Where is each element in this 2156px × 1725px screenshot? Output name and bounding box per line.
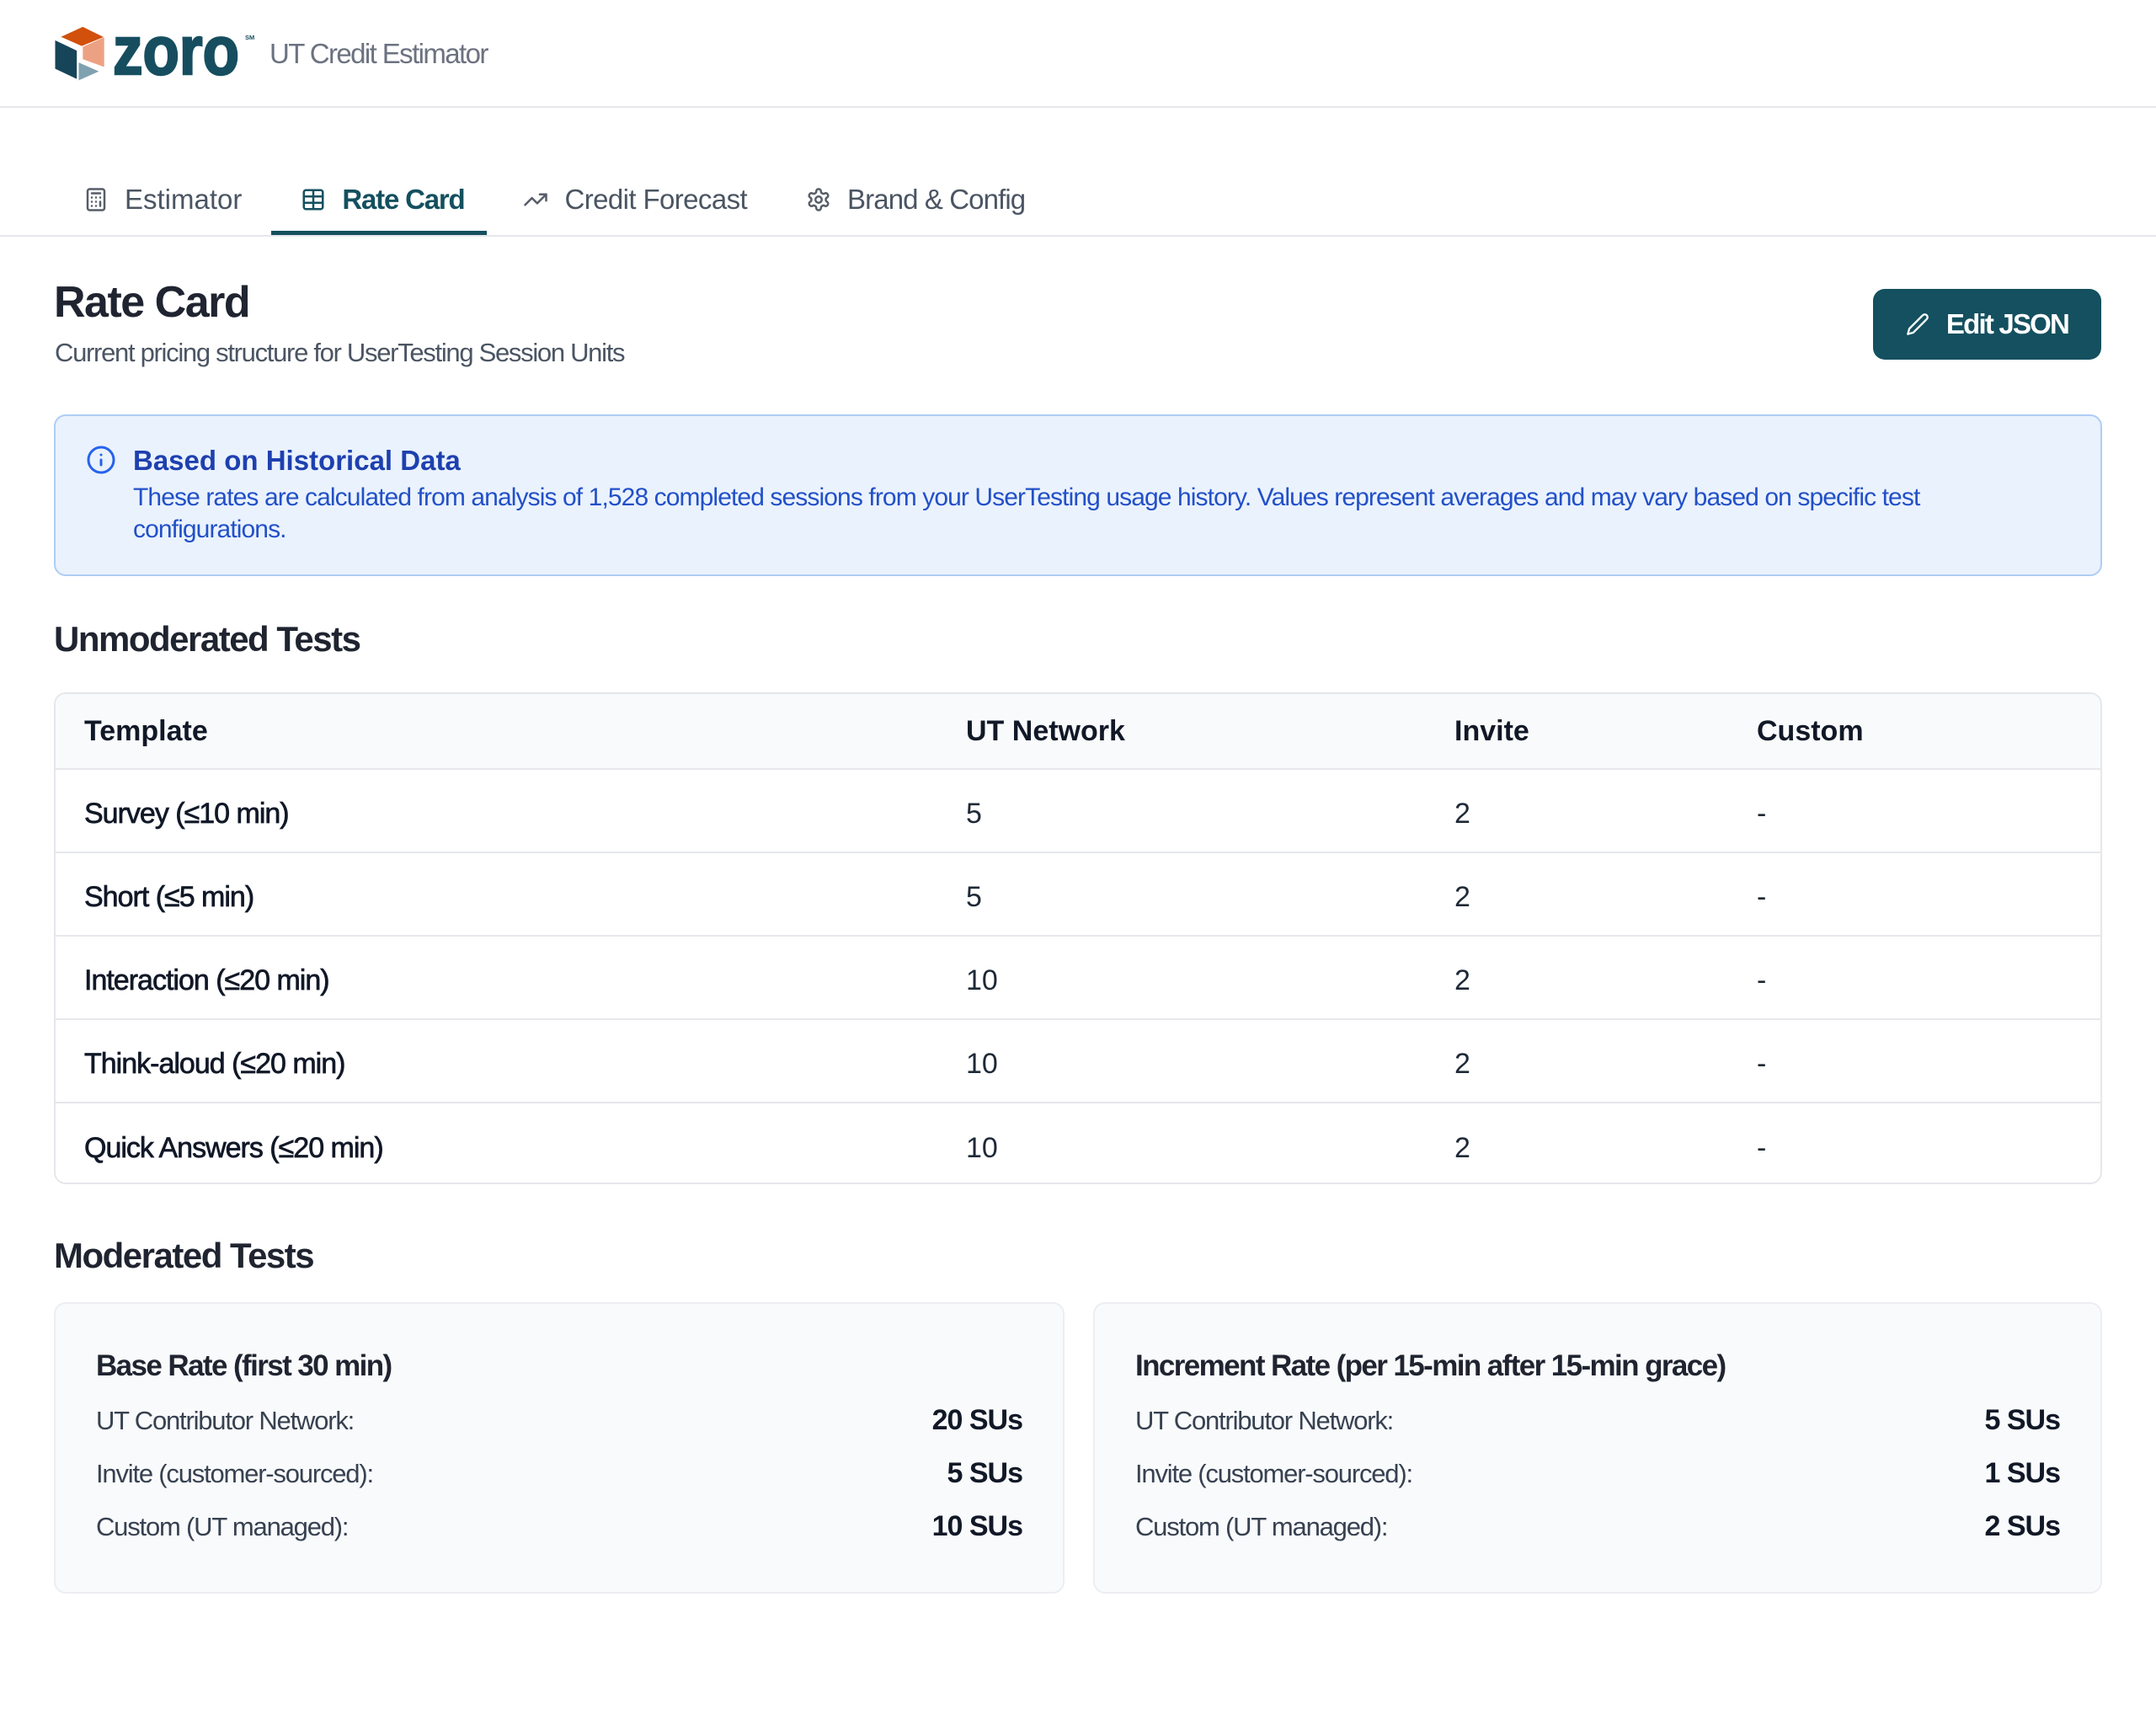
- svg-text:zoro: zoro: [113, 24, 239, 83]
- svg-text:SM: SM: [245, 34, 254, 41]
